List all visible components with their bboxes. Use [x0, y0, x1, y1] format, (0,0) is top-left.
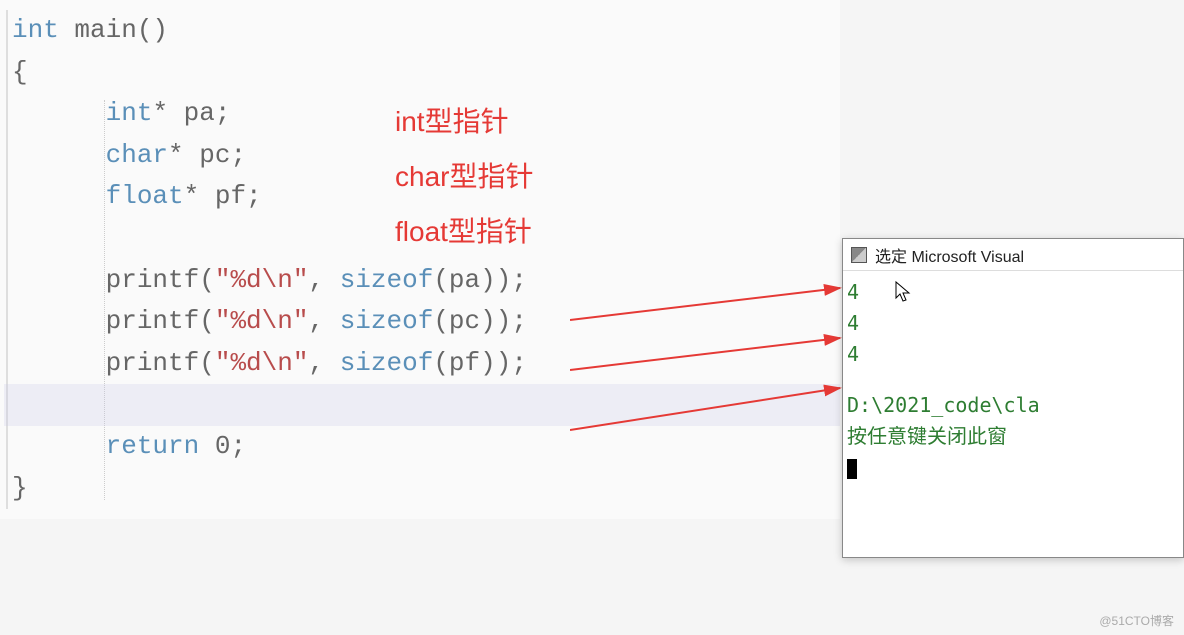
code-line-current — [4, 384, 840, 426]
code-line-9: return 0; — [4, 426, 840, 468]
keyword-sizeof: sizeof — [340, 306, 434, 336]
code-text: , — [308, 306, 339, 336]
console-output-3: 4 — [847, 339, 1179, 370]
string-literal: "%d\n" — [215, 306, 309, 336]
keyword-char: char — [106, 140, 168, 170]
code-text: * pa; — [152, 98, 230, 128]
code-text: 0; — [199, 431, 246, 461]
func-printf: printf( — [106, 265, 215, 295]
code-text: * pf; — [184, 181, 262, 211]
string-literal: "%d\n" — [215, 348, 309, 378]
console-cursor — [847, 459, 857, 479]
code-text: , — [308, 348, 339, 378]
code-text: (pf)); — [433, 348, 527, 378]
func-printf: printf( — [106, 348, 215, 378]
brace: } — [12, 473, 28, 503]
code-line-6: printf("%d\n", sizeof(pa)); — [4, 260, 840, 302]
keyword-int: int — [106, 98, 153, 128]
code-line-10: } — [4, 468, 840, 510]
console-titlebar[interactable]: 选定 Microsoft Visual — [843, 239, 1183, 271]
console-output-1: 4 — [847, 277, 1179, 308]
console-title: 选定 Microsoft Visual — [875, 243, 1024, 267]
console-body[interactable]: 4 4 4 D:\2021_code\cla 按任意键关闭此窗 — [843, 271, 1183, 489]
code-text: (pc)); — [433, 306, 527, 336]
console-output-2: 4 — [847, 308, 1179, 339]
watermark: @51CTO博客 — [1099, 612, 1174, 629]
keyword-int: int — [12, 15, 59, 45]
code-editor[interactable]: int main() { int* pa; char* pc; float* p… — [0, 0, 840, 519]
console-path: D:\2021_code\cla — [847, 390, 1179, 421]
console-window[interactable]: 选定 Microsoft Visual 4 4 4 D:\2021_code\c… — [842, 238, 1184, 558]
func-printf: printf( — [106, 306, 215, 336]
keyword-float: float — [106, 181, 184, 211]
code-line-8: printf("%d\n", sizeof(pf)); — [4, 343, 840, 385]
keyword-sizeof: sizeof — [340, 348, 434, 378]
annotation-int-pointer: int型指针 — [395, 100, 509, 140]
code-text: * pc; — [168, 140, 246, 170]
console-icon — [851, 247, 867, 263]
string-literal: "%d\n" — [215, 265, 309, 295]
console-prompt: 按任意键关闭此窗 — [847, 421, 1179, 452]
console-blank — [847, 370, 1179, 390]
brace: { — [12, 57, 28, 87]
annotation-float-pointer: float型指针 — [395, 210, 532, 250]
code-line-7: printf("%d\n", sizeof(pc)); — [4, 301, 840, 343]
code-line-1: int main() — [4, 10, 840, 52]
keyword-return: return — [106, 431, 200, 461]
keyword-sizeof: sizeof — [340, 265, 434, 295]
console-cursor-line — [847, 452, 1179, 483]
code-text: , — [308, 265, 339, 295]
code-line-2: { — [4, 52, 840, 94]
annotation-char-pointer: char型指针 — [395, 155, 533, 195]
code-text: (pa)); — [433, 265, 527, 295]
code-text: main() — [59, 15, 168, 45]
